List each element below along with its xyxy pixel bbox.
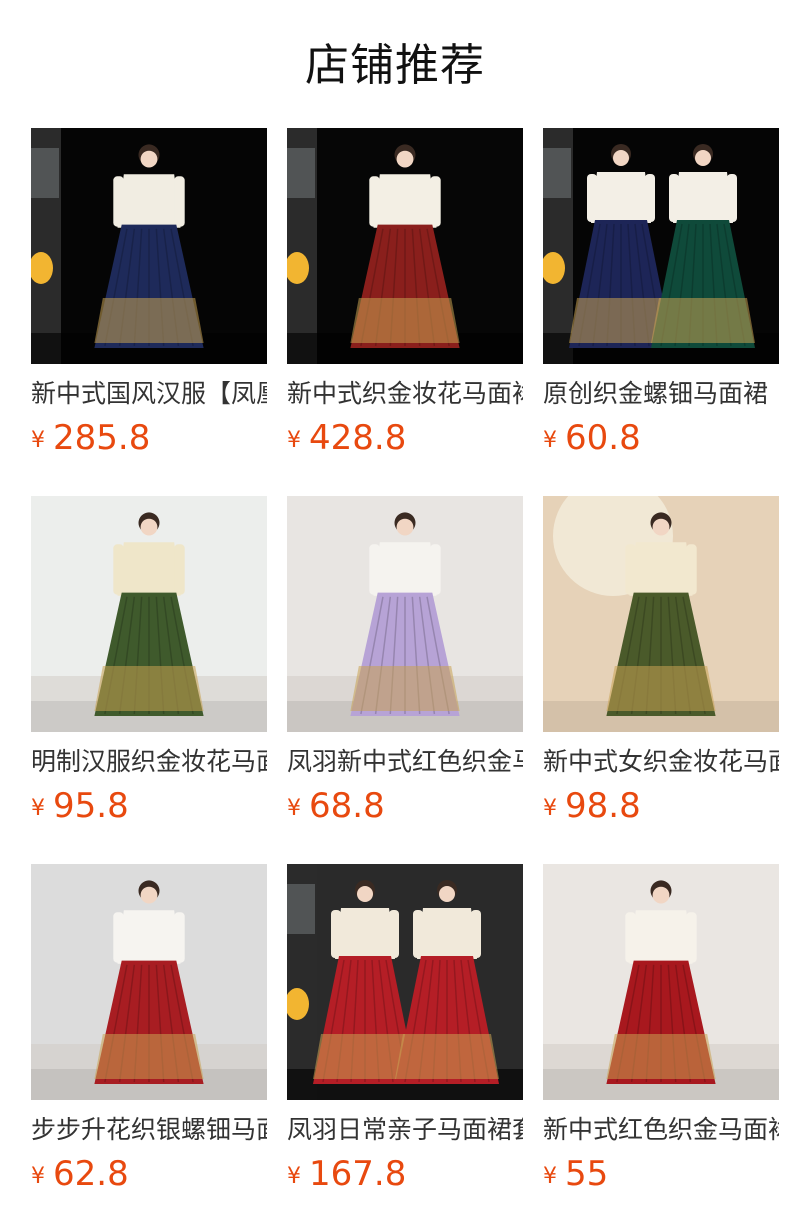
product-name[interactable]: 凤羽新中式红色织金马面裙 (287, 746, 523, 778)
currency-symbol: ¥ (543, 428, 557, 453)
product-price: 167.8 (309, 1154, 407, 1194)
currency-symbol: ¥ (287, 1164, 301, 1189)
product-card[interactable]: 原创织金螺钿马面裙 ¥60.8 (543, 128, 779, 496)
product-name[interactable]: 新中式女织金妆花马面裙 (543, 746, 779, 778)
product-name[interactable]: 原创织金螺钿马面裙 (543, 378, 779, 410)
product-name[interactable]: 凤羽日常亲子马面裙套装 (287, 1114, 523, 1146)
product-image[interactable] (287, 128, 523, 364)
currency-symbol: ¥ (31, 1164, 45, 1189)
product-price: 428.8 (309, 418, 407, 458)
product-name[interactable]: 新中式国风汉服【凤凰】织金马面裙 (31, 378, 267, 410)
product-price: 60.8 (565, 418, 641, 458)
price-row: ¥167.8 (287, 1154, 523, 1194)
product-name[interactable]: 步步升花织银螺钿马面裙 (31, 1114, 267, 1146)
product-name[interactable]: 明制汉服织金妆花马面裙 (31, 746, 267, 778)
currency-symbol: ¥ (287, 428, 301, 453)
product-price: 95.8 (53, 786, 129, 826)
product-image[interactable] (287, 496, 523, 732)
price-row: ¥60.8 (543, 418, 779, 458)
price-row: ¥428.8 (287, 418, 523, 458)
product-image[interactable] (31, 128, 267, 364)
product-name[interactable]: 新中式红色织金马面裙 (543, 1114, 779, 1146)
product-grid: 新中式国风汉服【凤凰】织金马面裙 ¥285.8 新中式织金妆花马面裙 ¥428.8 原创… (31, 128, 779, 1232)
product-image[interactable] (543, 864, 779, 1100)
product-price: 285.8 (53, 418, 151, 458)
currency-symbol: ¥ (31, 796, 45, 821)
price-row: ¥285.8 (31, 418, 267, 458)
price-row: ¥98.8 (543, 786, 779, 826)
currency-symbol: ¥ (31, 428, 45, 453)
product-price: 98.8 (565, 786, 641, 826)
product-name[interactable]: 新中式织金妆花马面裙 (287, 378, 523, 410)
product-card[interactable]: 新中式国风汉服【凤凰】织金马面裙 ¥285.8 (31, 128, 267, 496)
product-image[interactable] (543, 128, 779, 364)
section-title: 店铺推荐 (305, 40, 485, 91)
product-image[interactable] (543, 496, 779, 732)
product-image[interactable] (31, 864, 267, 1100)
shop-recommendations-page: 店铺推荐 新中式国风汉服【凤凰】织金马面裙 ¥285.8 新中式织金妆花马面裙 ¥42… (0, 0, 790, 1232)
product-image[interactable] (31, 496, 267, 732)
product-image[interactable] (287, 864, 523, 1100)
price-row: ¥68.8 (287, 786, 523, 826)
product-card[interactable]: 明制汉服织金妆花马面裙 ¥95.8 (31, 496, 267, 864)
product-card[interactable]: 新中式红色织金马面裙 ¥55 (543, 864, 779, 1232)
product-card[interactable]: 新中式女织金妆花马面裙 ¥98.8 (543, 496, 779, 864)
product-card[interactable]: 步步升花织银螺钿马面裙 ¥62.8 (31, 864, 267, 1232)
product-price: 55 (565, 1154, 609, 1194)
price-row: ¥62.8 (31, 1154, 267, 1194)
product-price: 68.8 (309, 786, 385, 826)
product-card[interactable]: 新中式织金妆花马面裙 ¥428.8 (287, 128, 523, 496)
currency-symbol: ¥ (287, 796, 301, 821)
product-card[interactable]: 凤羽新中式红色织金马面裙 ¥68.8 (287, 496, 523, 864)
product-card[interactable]: 凤羽日常亲子马面裙套装 ¥167.8 (287, 864, 523, 1232)
price-row: ¥55 (543, 1154, 779, 1194)
product-price: 62.8 (53, 1154, 129, 1194)
currency-symbol: ¥ (543, 1164, 557, 1189)
currency-symbol: ¥ (543, 796, 557, 821)
price-row: ¥95.8 (31, 786, 267, 826)
